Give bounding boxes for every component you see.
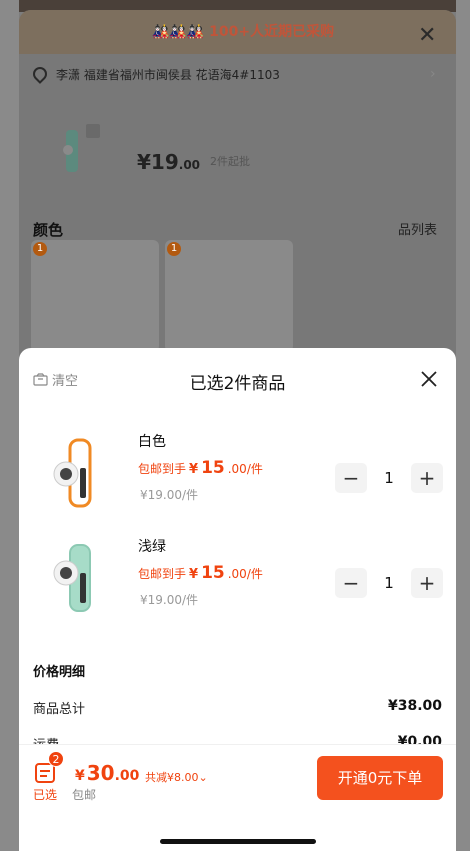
sheet-close-icon[interactable]: ✕ [418, 25, 436, 47]
cart-count-badge: 2 [48, 751, 64, 767]
quantity-value[interactable]: 1 [367, 574, 411, 592]
product-thumbnail [63, 124, 100, 172]
increase-button[interactable]: + [411, 568, 443, 598]
panel-header: 清空 已选2件商品 [19, 348, 456, 408]
product-thumbnail [53, 544, 91, 612]
color-section-label: 颜色 [33, 221, 64, 239]
shipping-address[interactable]: 李潇 福建省福州市闽侯县 花语海4#1103 [56, 66, 280, 83]
backdrop-right [456, 0, 470, 851]
purchase-banner-text: 🎎🎎🎎 100+人近期已采购 [152, 24, 335, 40]
decrease-button[interactable]: − [335, 463, 367, 493]
close-icon[interactable] [420, 370, 438, 388]
item-promo-price: 包邮到手 ¥15.00/件 [138, 458, 263, 478]
price-detail-title: 价格明细 [33, 665, 86, 680]
free-shipping-label: 包邮 [72, 788, 97, 802]
checkout-button[interactable]: 开通0元下单 [317, 756, 443, 800]
home-indicator [160, 839, 316, 844]
selected-items-panel: 清空 已选2件商品 白色 包邮到手 ¥15.00/件 ¥19.00/件 − 1 … [19, 348, 456, 851]
list-item: 浅绿 包邮到手 ¥15.00/件 ¥19.00/件 − 1 + [19, 529, 456, 629]
item-promo-price: 包邮到手 ¥15.00/件 [138, 563, 263, 583]
item-original-price: ¥19.00/件 [140, 593, 199, 607]
color-count-badge: 1 [167, 242, 181, 256]
list-view-toggle[interactable]: 品列表 [398, 219, 437, 238]
quantity-value[interactable]: 1 [367, 469, 411, 487]
checkout-bar: 2 已选 ¥30.00 共减¥8.00⌄ 包邮 开通0元下单 [19, 744, 456, 851]
color-option-card[interactable] [31, 240, 159, 352]
min-order-note: 2件起批 [210, 155, 250, 168]
quantity-stepper: − 1 + [335, 568, 443, 598]
item-original-price: ¥19.00/件 [140, 488, 199, 502]
decrease-button[interactable]: − [335, 568, 367, 598]
subtotal-label: 商品总计 [33, 702, 86, 717]
color-option-card[interactable] [165, 240, 293, 352]
discount-toggle[interactable]: 共减¥8.00⌄ [145, 769, 208, 785]
unit-price: ¥19.00 [137, 150, 201, 174]
product-thumbnail [53, 438, 92, 508]
list-item: 白色 包邮到手 ¥15.00/件 ¥19.00/件 − 1 + [19, 424, 456, 524]
backdrop-left [0, 0, 19, 851]
chevron-right-icon: › [430, 66, 436, 82]
quantity-stepper: − 1 + [335, 463, 443, 493]
item-color-name: 浅绿 [138, 539, 166, 555]
subtotal-value: ¥38.00 [387, 698, 442, 714]
increase-button[interactable]: + [411, 463, 443, 493]
panel-title: 已选2件商品 [189, 374, 286, 394]
total-price: ¥30.00 [75, 761, 140, 785]
item-color-name: 白色 [138, 434, 166, 450]
color-count-badge: 1 [33, 242, 47, 256]
selected-label[interactable]: 已选 [33, 786, 57, 803]
